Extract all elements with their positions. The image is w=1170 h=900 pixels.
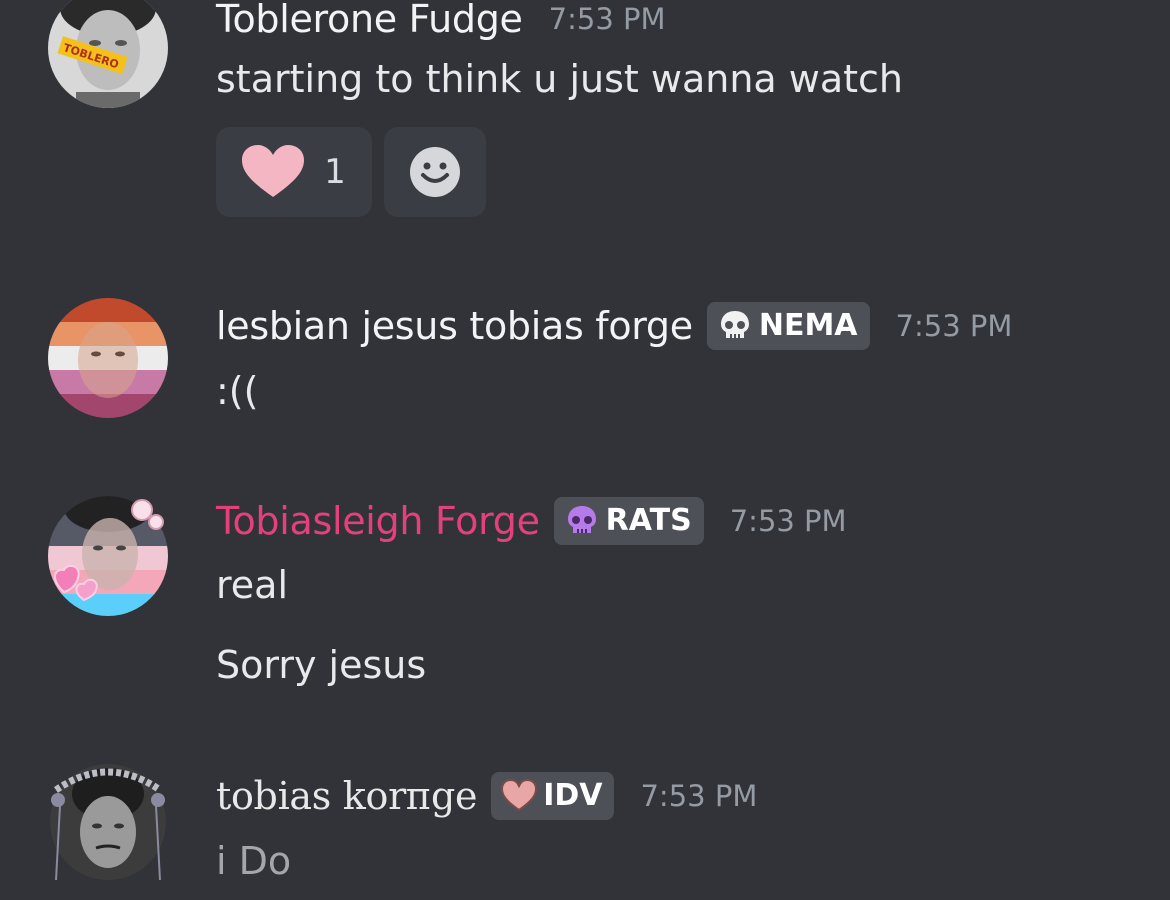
add-reaction-button[interactable] bbox=[384, 127, 486, 217]
reaction-heart[interactable]: 1 bbox=[216, 127, 372, 217]
message-3: Tobiasleigh Forge RATS 7:53 PM real Sorr… bbox=[0, 492, 1170, 702]
skull-icon bbox=[720, 311, 749, 338]
purple-skull-icon bbox=[567, 506, 596, 533]
heart-icon bbox=[242, 145, 305, 199]
message-1: TOBLERO Toblerone Fudge 7:53 PM starting… bbox=[0, 0, 1170, 230]
timestamp: 7:53 PM bbox=[729, 503, 847, 538]
message-header: lesbian jesus tobias forge NEMA 7:53 PM bbox=[216, 302, 1012, 350]
message-4: tobias korпge IDV 7:53 PM i Do bbox=[0, 752, 1170, 884]
server-tag[interactable]: NEMA bbox=[706, 302, 870, 350]
avatar[interactable] bbox=[48, 496, 168, 616]
message-header: Tobiasleigh Forge RATS 7:53 PM bbox=[216, 497, 847, 545]
add-reaction-icon bbox=[410, 147, 460, 197]
message-header: tobias korпge IDV 7:53 PM bbox=[216, 772, 757, 820]
avatar[interactable]: TOBLERO bbox=[48, 0, 168, 108]
message-text: starting to think u just wanna watch bbox=[216, 57, 904, 101]
tag-label: RATS bbox=[605, 503, 692, 538]
server-tag[interactable]: RATS bbox=[553, 497, 704, 545]
pink-heart-icon bbox=[501, 778, 538, 812]
username[interactable]: lesbian jesus tobias forge bbox=[216, 307, 693, 345]
reaction-count: 1 bbox=[324, 152, 346, 192]
username[interactable]: Toblerone Fudge bbox=[216, 0, 523, 38]
tag-label: IDV bbox=[543, 778, 603, 813]
server-tag[interactable]: IDV bbox=[491, 772, 615, 820]
message-text: i Do bbox=[216, 839, 292, 883]
timestamp: 7:53 PM bbox=[548, 1, 666, 36]
tag-label: NEMA bbox=[758, 308, 858, 343]
avatar[interactable] bbox=[48, 760, 168, 881]
avatar[interactable] bbox=[48, 298, 168, 418]
username[interactable]: tobias korпge bbox=[216, 777, 477, 815]
username[interactable]: Tobiasleigh Forge bbox=[216, 502, 540, 540]
message-2: lesbian jesus tobias forge NEMA 7:53 PM … bbox=[0, 296, 1170, 436]
timestamp: 7:53 PM bbox=[895, 308, 1013, 343]
message-header: Toblerone Fudge 7:53 PM bbox=[216, 0, 666, 38]
message-text: real bbox=[216, 563, 289, 607]
message-text: :(( bbox=[216, 369, 259, 413]
timestamp: 7:53 PM bbox=[640, 778, 758, 813]
message-text: Sorry jesus bbox=[216, 643, 427, 687]
